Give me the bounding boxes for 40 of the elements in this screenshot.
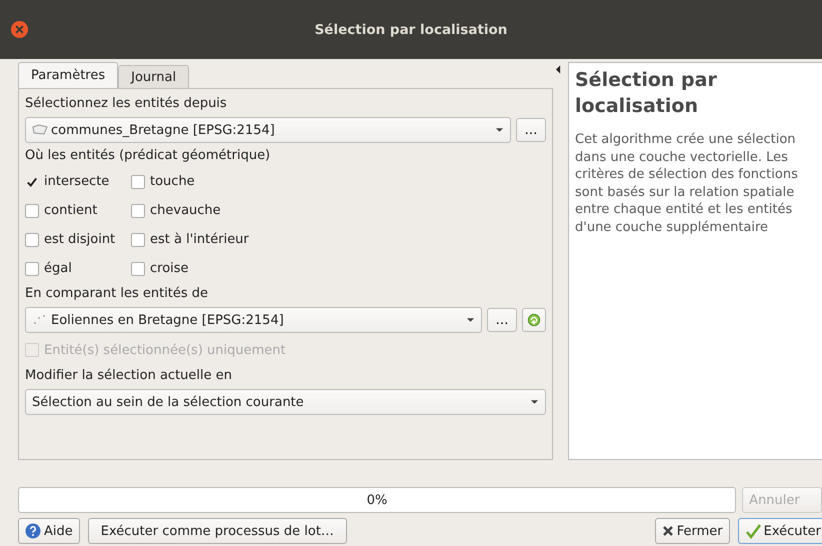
help-title: Sélection par localisation [575,68,718,119]
layer-dropdown[interactable]: communes_Bretagne [EPSG:2154] [25,117,511,143]
batch-button[interactable]: Exécuter comme processus de lot… [88,518,347,544]
dropdown-arrow-icon [466,317,475,323]
predicate-checkbox[interactable]: égal [25,258,131,280]
tab[interactable]: Journal [118,65,190,88]
progress-bar: 0% [18,487,736,513]
field-label: Où les entités (prédicat géométrique) [25,147,272,165]
dropdown-arrow-icon [495,127,504,133]
help-button[interactable]: Aide [18,518,80,544]
field-label: En comparant les entités de [25,285,210,303]
predicate-checkbox[interactable]: touche [131,170,546,192]
checkmark-icon [744,523,761,539]
close-icon [662,525,674,537]
iterate-button[interactable] [522,308,546,332]
predicate-checkbox[interactable]: est disjoint [25,228,131,250]
help-icon [25,523,41,539]
polygon-layer-icon [32,124,48,136]
point-layer-icon [32,314,48,326]
field-label: Modifier la sélection actuelle en [25,367,234,385]
predicate-checkbox[interactable]: croise [131,258,546,280]
checkmark-icon [26,176,38,188]
close-icon[interactable] [10,20,29,39]
collapse-arrow-icon[interactable] [556,65,561,74]
layer-dropdown[interactable]: Eoliennes en Bretagne [EPSG:2154] [25,307,482,333]
predicate-checkbox[interactable]: chevauche [131,200,546,222]
browse-button[interactable]: … [487,308,517,332]
window-title: Sélection par localisation [314,22,508,38]
selection-mode-dropdown[interactable]: Sélection au sein de la sélection courante [25,389,546,415]
predicate-checkbox[interactable]: contient [25,200,131,222]
close-button[interactable]: Fermer [654,518,730,544]
browse-button[interactable]: … [516,118,546,142]
run-button[interactable]: Exécuter [738,518,822,544]
help-text: Cet algorithme crée une sélection dans une couche vectorielle. Les critères de sélection des fonctions sont basés sur la relation spatiale entre chaque entité et les entités d'une couche supplémentaire [575,131,799,236]
predicate-checkbox[interactable]: intersecte [25,170,131,192]
tab[interactable]: Paramètres [18,62,118,88]
predicate-checkbox[interactable]: est à l'intérieur [131,228,546,250]
field-label: Sélectionnez les entités depuis [25,95,228,113]
refresh-icon [527,313,541,327]
dropdown-arrow-icon [530,399,539,405]
